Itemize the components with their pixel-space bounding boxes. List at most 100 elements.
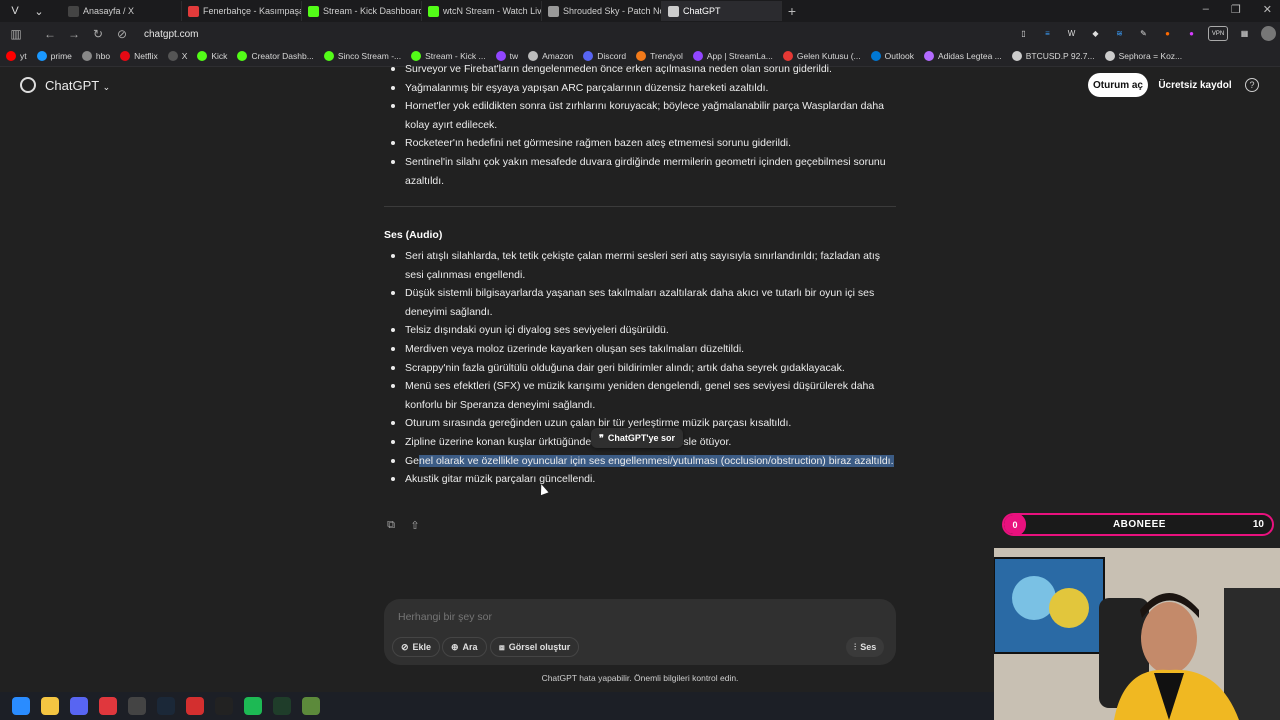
model-selector[interactable]: ChatGPT ⌄ xyxy=(45,78,110,93)
create-image-button[interactable]: ⧈ Görsel oluştur xyxy=(490,637,580,657)
maximize-window-icon[interactable]: ❐ xyxy=(1231,3,1241,16)
app-title: ChatGPT xyxy=(45,78,99,93)
site-info-icon[interactable]: ⊘ xyxy=(110,27,134,41)
close-window-icon[interactable]: ✕ xyxy=(1263,3,1272,16)
bookmark-favicon-icon xyxy=(81,51,92,61)
bookmark-item[interactable]: BTCUSD.P 92.7... xyxy=(1011,51,1095,61)
tab-favicon-icon xyxy=(668,5,679,17)
extension-purple-icon[interactable]: ● xyxy=(1184,26,1199,41)
browser-tab[interactable]: Anasayfa / X xyxy=(62,1,182,21)
list-item: Surveyor ve Firebat'ların dengelenmeden … xyxy=(384,60,896,79)
webcam-scene xyxy=(994,548,1280,720)
bookmark-item[interactable]: yt xyxy=(6,51,27,61)
extension-fox-icon[interactable]: ● xyxy=(1160,26,1175,41)
paperclip-icon: ⊘ xyxy=(401,641,409,652)
bookmark-favicon-icon xyxy=(6,51,16,61)
chevron-down-icon[interactable]: ⌄ xyxy=(30,3,48,19)
list-item: Scrappy'nin fazla gürültülü olduğuna dai… xyxy=(384,359,896,378)
url-field[interactable]: chatgpt.com xyxy=(144,29,198,40)
bookmark-item[interactable]: Netflix xyxy=(120,51,158,61)
bookmark-icon[interactable]: ▯ xyxy=(1016,26,1031,41)
bookmark-label: yt xyxy=(20,51,27,61)
bookmark-favicon-icon xyxy=(167,51,178,61)
list-item: Akustik gitar müzik parçaları güncellend… xyxy=(384,470,896,489)
windows-start-icon[interactable] xyxy=(12,697,30,715)
composer: ⊘Ekle ⊕Ara ⧈Görsel oluştur ⫶Ses xyxy=(384,599,896,665)
bookmark-item[interactable]: hbo xyxy=(81,51,111,61)
bookmark-label: X xyxy=(181,51,188,61)
minimize-window-icon[interactable]: – xyxy=(1203,3,1209,16)
list-item: Sentinel'in silahı çok yakın mesafede du… xyxy=(384,153,896,190)
panel-toggle-icon[interactable]: ▥ xyxy=(4,27,28,41)
help-icon[interactable]: ? xyxy=(1245,78,1259,92)
bookmark-label: Creator Dashb... xyxy=(251,51,314,61)
browser-tab[interactable]: ChatGPT xyxy=(662,1,782,21)
webcam-feed xyxy=(994,548,1280,720)
extension-pen-icon[interactable]: ✎ xyxy=(1136,26,1151,41)
streamer-face xyxy=(1141,602,1197,674)
browser-tab[interactable]: Fenerbahçe - Kasımpaşa M xyxy=(182,1,302,21)
spotify-icon[interactable] xyxy=(244,697,262,715)
bookmark-item[interactable]: Creator Dashb... xyxy=(237,51,314,61)
vivaldi-icon[interactable] xyxy=(99,697,117,715)
subscriber-count: 0 xyxy=(1004,515,1026,534)
attach-button[interactable]: ⊘ Ekle xyxy=(392,637,441,657)
extension-diamond-icon[interactable]: ◆ xyxy=(1088,26,1103,41)
chatgpt-logo-icon[interactable] xyxy=(20,77,36,93)
section-divider xyxy=(384,206,896,207)
new-tab-button[interactable]: + xyxy=(782,3,802,19)
forward-icon[interactable]: → xyxy=(62,27,86,41)
bookmark-item[interactable]: Sephora = Koz... xyxy=(1104,51,1183,61)
steam-icon[interactable] xyxy=(157,697,175,715)
bookmark-favicon-icon xyxy=(1104,51,1115,61)
tab-label: wtcN Stream - Watch Live o xyxy=(443,6,542,16)
bookmark-item[interactable]: prime xyxy=(36,51,72,61)
extension-wave-icon[interactable]: ≋ xyxy=(1112,26,1127,41)
obs-icon[interactable] xyxy=(128,697,146,715)
app-red-icon[interactable] xyxy=(186,697,204,715)
bookmark-item[interactable]: Kick xyxy=(197,51,227,61)
signup-button[interactable]: Ücretsiz kaydol xyxy=(1155,73,1235,97)
reload-icon[interactable]: ↻ xyxy=(86,27,110,41)
minecraft-icon[interactable] xyxy=(302,697,320,715)
tab-favicon-icon xyxy=(308,5,319,17)
profile-avatar-icon[interactable] xyxy=(1261,26,1276,41)
prompt-input[interactable] xyxy=(398,611,798,623)
discord-icon[interactable] xyxy=(70,697,88,715)
tab-label: Shrouded Sky - Patch Note xyxy=(563,6,662,16)
list-item: Hornet'ler yok edildikten sonra üst zırh… xyxy=(384,97,896,134)
browser-tab[interactable]: wtcN Stream - Watch Live o xyxy=(422,1,542,21)
response-content: Surveyor ve Firebat'ların dengelenmeden … xyxy=(384,60,896,190)
vpn-icon[interactable]: VPN xyxy=(1208,26,1228,41)
login-button[interactable]: Oturum aç xyxy=(1088,73,1148,97)
subscriber-goal-label: ABONEEE xyxy=(1112,519,1166,530)
bookmark-label: Kick xyxy=(211,51,228,61)
file-explorer-icon[interactable] xyxy=(41,697,59,715)
copy-icon[interactable]: ⧉ xyxy=(384,518,398,532)
list-item: Rocketeer'ın hedefini net görmesine rağm… xyxy=(384,134,896,153)
bookmark-label: Sephora = Koz... xyxy=(1118,51,1183,61)
ask-chatgpt-tooltip[interactable]: ❞ ChatGPT'ye sor xyxy=(591,428,684,448)
back-icon[interactable]: ← xyxy=(38,27,62,41)
browser-tab[interactable]: Stream - Kick Dashboard xyxy=(302,1,422,21)
voice-button[interactable]: ⫶ Ses xyxy=(846,637,885,657)
share-icon[interactable]: ⇧ xyxy=(408,518,422,532)
capcut-icon[interactable] xyxy=(215,697,233,715)
bookmark-favicon-icon xyxy=(923,51,934,61)
browser-tab[interactable]: Shrouded Sky - Patch Note xyxy=(542,1,662,21)
list-item: Seri atışlı silahlarda, tek tetik çekişt… xyxy=(384,247,896,284)
extensions-grid-icon[interactable]: ▦ xyxy=(1237,26,1252,41)
vivaldi-menu-icon[interactable]: V xyxy=(6,3,24,19)
bookmark-label: hbo xyxy=(95,51,111,61)
tab-favicon-icon xyxy=(548,5,559,17)
disclaimer: ChatGPT hata yapabilir. Önemli bilgileri… xyxy=(541,673,739,683)
bookmark-item[interactable]: Adidas Legtea ... xyxy=(923,51,1002,61)
tooltip-label: ChatGPT'ye sor xyxy=(607,433,676,443)
extensions-toolbar: ▯ ≡ W ◆ ≋ ✎ ● ● VPN ▦ xyxy=(1016,26,1276,41)
terminal-icon[interactable] xyxy=(273,697,291,715)
search-button[interactable]: ⊕ Ara xyxy=(442,637,487,657)
bookmark-item[interactable]: X xyxy=(167,51,188,61)
translate-icon[interactable]: ≡ xyxy=(1040,26,1055,41)
extension-w-icon[interactable]: W xyxy=(1064,26,1079,41)
audio-fixes-list: Seri atışlı silahlarda, tek tetik çekişt… xyxy=(384,247,896,452)
